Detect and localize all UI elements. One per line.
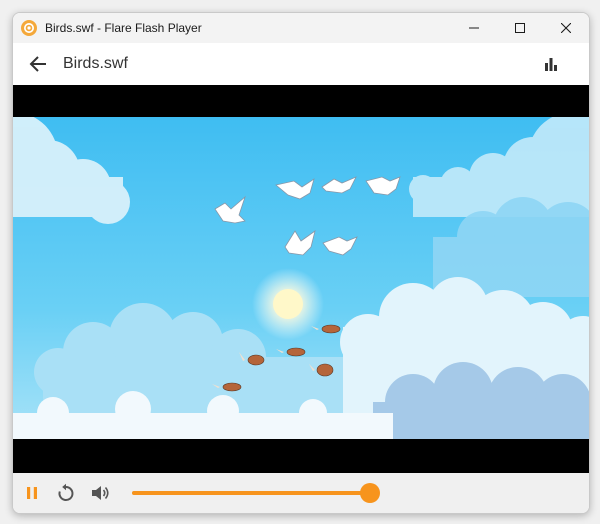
maximize-button[interactable] (497, 13, 543, 43)
replay-button[interactable] (54, 481, 78, 505)
seek-slider[interactable] (132, 483, 380, 503)
slider-fill (132, 491, 370, 495)
close-button[interactable] (543, 13, 589, 43)
file-title: Birds.swf (63, 55, 128, 72)
app-window: Birds.swf - Flare Flash Player Birds.swf (12, 12, 590, 514)
volume-icon (92, 486, 109, 500)
arrow-left-icon (29, 56, 46, 72)
slider-thumb[interactable] (360, 483, 380, 503)
volume-button[interactable] (88, 481, 112, 505)
window-controls (451, 13, 589, 43)
pause-icon (27, 487, 37, 499)
window-title: Birds.swf - Flare Flash Player (45, 21, 202, 35)
close-icon (561, 23, 571, 33)
pause-button[interactable] (20, 481, 44, 505)
bar-chart-icon (545, 58, 557, 71)
stats-button[interactable] (539, 52, 563, 76)
flash-player-area[interactable] (13, 85, 589, 473)
replay-icon (58, 483, 74, 501)
maximize-icon (515, 23, 525, 33)
minimize-icon (469, 27, 479, 29)
minimize-button[interactable] (451, 13, 497, 43)
playback-controls (13, 473, 589, 513)
title-bar: Birds.swf - Flare Flash Player (13, 13, 589, 43)
back-button[interactable] (26, 52, 50, 76)
flare-logo-icon (21, 20, 37, 36)
birds-animation[interactable] (13, 117, 589, 439)
app-header: Birds.swf (13, 43, 589, 85)
